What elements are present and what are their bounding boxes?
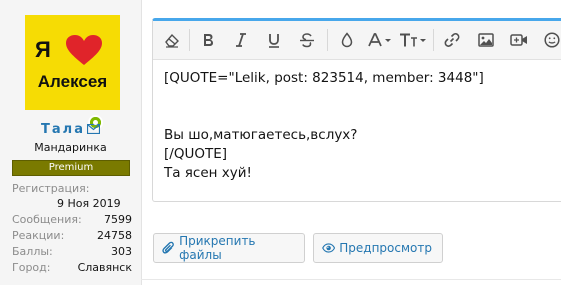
attach-files-label: Прикрепить файлы [179, 234, 256, 262]
editor-line: Та ясен хуй! [164, 165, 252, 181]
font-size-icon[interactable] [399, 29, 427, 51]
link-icon[interactable] [441, 29, 463, 51]
stat-value: 9 Ноя 2019 [57, 197, 121, 210]
toolbar-separator [433, 29, 434, 51]
eraser-icon[interactable] [161, 29, 183, 51]
stat-label: Сообщения: [12, 213, 82, 226]
preview-button[interactable]: Предпросмотр [313, 233, 443, 263]
avatar-text-name: Алексея [37, 72, 108, 91]
rich-text-editor: [QUOTE="Lelik, post: 823514, member: 344… [152, 18, 561, 202]
editor-toolbar [153, 21, 561, 60]
stat-reactions: Реакции: 24758 [12, 229, 132, 245]
user-title: Мандаринка [34, 141, 107, 154]
divider [141, 279, 561, 280]
smilie-icon[interactable] [541, 29, 561, 51]
font-family-icon[interactable] [367, 29, 393, 51]
stat-points: Баллы: 303 [12, 245, 132, 261]
stat-value[interactable]: 303 [111, 245, 132, 258]
stat-city: Город: Славянск [12, 261, 132, 277]
stat-messages: Сообщения: 7599 [12, 213, 132, 229]
toolbar-separator [189, 29, 190, 51]
editor-line: [QUOTE="Lelik, post: 823514, member: 344… [164, 70, 484, 86]
stat-value: 24758 [97, 229, 132, 242]
italic-icon[interactable] [230, 29, 252, 51]
stat-value[interactable]: 7599 [104, 213, 132, 226]
text-color-icon[interactable] [336, 29, 358, 51]
image-icon[interactable] [475, 29, 497, 51]
heart-icon [66, 35, 102, 65]
stat-label: Регистрация: [12, 182, 90, 195]
avatar[interactable]: Я Алексея [25, 15, 120, 130]
stat-label: Баллы: [12, 245, 53, 258]
eye-icon [322, 243, 336, 253]
user-stats: Регистрация: 9 Ноя 2019 Сообщения: 7599 … [12, 182, 132, 277]
media-icon[interactable] [508, 29, 530, 51]
bold-icon[interactable] [197, 29, 219, 51]
username-row: Тала [0, 122, 141, 137]
editor-line: Вы шо,матюгаетесь,вслух? [164, 127, 358, 143]
mail-icon[interactable] [86, 123, 101, 135]
user-banner-premium: Premium [12, 160, 130, 176]
attach-files-button[interactable]: Прикрепить файлы [153, 233, 305, 263]
username-link[interactable]: Тала [41, 122, 85, 137]
editor-content[interactable]: [QUOTE="Lelik, post: 823514, member: 344… [164, 69, 554, 183]
stat-registration: Регистрация: 9 Ноя 2019 [12, 182, 132, 213]
underline-icon[interactable] [263, 29, 285, 51]
editor-line: [/QUOTE] [164, 146, 227, 162]
avatar-text-ya: Я [35, 37, 51, 62]
stat-value: Славянск [77, 261, 132, 274]
toolbar-separator [327, 29, 328, 51]
paperclip-icon [162, 241, 174, 254]
message-user-panel: Я Алексея Тала Мандаринка Premium Регист… [0, 0, 142, 285]
strikethrough-icon[interactable] [296, 29, 318, 51]
stat-label: Реакции: [12, 229, 65, 242]
stat-label: Город: [12, 261, 51, 274]
preview-label: Предпросмотр [339, 241, 432, 255]
